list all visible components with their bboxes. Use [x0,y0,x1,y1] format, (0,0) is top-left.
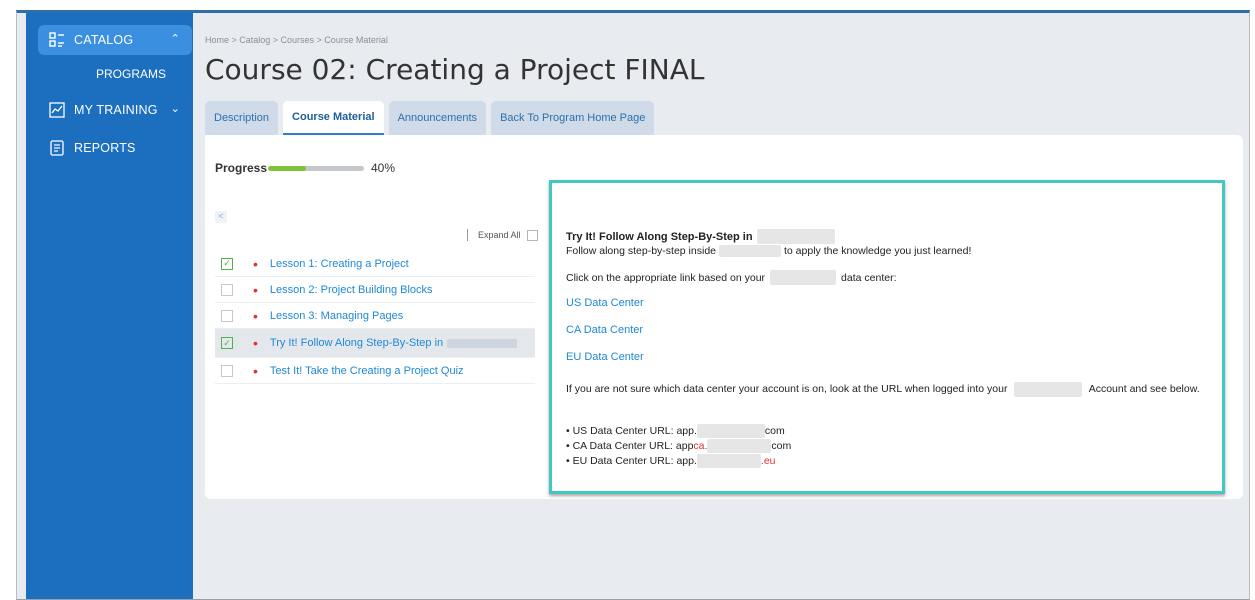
sidebar-item-label: MY TRAINING [74,103,158,117]
url-suffix: com [764,424,785,437]
redacted-text [1014,381,1083,397]
tab-bar: Description Course Material Announcement… [205,101,659,135]
redacted-text [770,270,837,285]
progress-bar [268,166,364,171]
expand-all-control: Expand All [467,229,538,241]
divider [467,229,468,241]
lesson-link[interactable]: Lesson 1: Creating a Project [270,258,409,270]
lesson-link[interactable]: Lesson 2: Project Building Blocks [270,284,433,296]
follow-along-text: Follow along step-by-step inside to appl… [566,245,971,257]
breadcrumb[interactable]: Home > Catalog > Courses > Course Materi… [205,35,388,45]
click-prefix: Click on the appropriate link based on y… [566,271,766,284]
url-prefix: US Data Center URL: app. [572,424,697,437]
list-item-selected[interactable]: ✓ • Try It! Follow Along Step-By-Step in [215,329,535,358]
main-content: Home > Catalog > Courses > Course Materi… [203,13,1249,599]
required-dot-icon: • [253,281,258,298]
url-suffix: com [771,439,792,452]
chevron-down-icon: ⌄ [170,103,180,115]
lesson-checkbox[interactable] [221,283,233,296]
lesson-list: ✓ • Lesson 1: Creating a Project • Lesso… [215,251,535,384]
sidebar-item-programs[interactable]: PROGRAMS [26,61,193,87]
required-dot-icon: • [253,362,258,379]
redacted-text [719,245,781,257]
content-heading-text: Try It! Follow Along Step-By-Step in [566,230,753,243]
instruction-text: Click on the appropriate link based on y… [566,270,897,285]
sidebar-item-catalog[interactable]: CATALOG ⌃ [38,25,192,55]
redacted-text [696,423,765,438]
list-item: • CA Data Center URL: app ca. com [566,438,792,453]
sidebar-item-label: PROGRAMS [96,67,167,81]
chevron-up-icon: ⌃ [170,33,180,45]
data-center-url-list: • US Data Center URL: app. com • CA Data… [566,423,791,468]
note-prefix: If you are not sure which data center yo… [566,383,1008,395]
lesson-link[interactable]: Test It! Take the Creating a Project Qui… [270,365,464,377]
click-suffix: data center: [841,271,897,284]
required-dot-icon: • [253,255,258,272]
progress-percent: 40% [371,161,396,175]
list-item[interactable]: ✓ • Lesson 1: Creating a Project [215,251,535,277]
list-item[interactable]: • Lesson 2: Project Building Blocks [215,277,535,303]
tab-description[interactable]: Description [205,101,279,135]
lesson-link[interactable]: Try It! Follow Along Step-By-Step in [270,337,443,349]
expand-all-checkbox[interactable] [526,229,538,241]
list-item: • US Data Center URL: app. com [566,423,785,438]
completed-checkbox[interactable]: ✓ [221,257,233,270]
tab-announcements[interactable]: Announcements [388,101,487,135]
sidebar-item-label: CATALOG [74,33,134,47]
list-item[interactable]: • Test It! Take the Creating a Project Q… [215,358,535,384]
data-center-note: If you are not sure which data center yo… [566,381,1206,398]
redacted-text [707,438,772,453]
course-material-panel: Progress 40% < Expand All ✓ • Lesson 1: … [205,135,1243,499]
app-frame: CATALOG ⌃ PROGRAMS MY TRAINING ⌄ REPORTS… [16,10,1250,600]
url-prefix: CA Data Center URL: app [572,439,694,452]
sidebar-item-label: REPORTS [74,141,136,155]
redacted-text [756,229,835,244]
progress-label: Progress [215,161,268,175]
url-prefix: EU Data Center URL: app. [572,454,697,467]
collapse-outline-button[interactable]: < [215,211,227,223]
page-title: Course 02: Creating a Project FINAL [205,53,705,86]
completed-checkbox[interactable]: ✓ [221,337,233,349]
required-dot-icon: • [253,335,258,351]
list-item[interactable]: • Lesson 3: Managing Pages [215,303,535,329]
tab-back-to-program[interactable]: Back To Program Home Page [491,101,655,135]
progress-fill [268,166,307,171]
note-suffix: Account and see below. [1088,383,1200,395]
list-item: • EU Data Center URL: app. .eu [566,453,776,468]
required-dot-icon: • [253,307,258,324]
follow-suffix: to apply the knowledge you just learned! [784,245,972,257]
redacted-text [447,338,518,348]
url-highlight: ca. [693,439,708,452]
lesson-checkbox[interactable] [221,364,233,377]
report-icon [48,139,66,157]
tab-course-material[interactable]: Course Material [283,101,384,135]
sidebar-item-reports[interactable]: REPORTS [38,133,192,163]
lesson-link[interactable]: Lesson 3: Managing Pages [270,310,403,322]
url-highlight: .eu [760,454,776,467]
expand-all-label: Expand All [478,230,521,240]
redacted-text [696,453,761,468]
lesson-checkbox[interactable] [221,309,233,322]
lesson-content-viewer: Try It! Follow Along Step-By-Step in Fol… [549,180,1225,494]
content-heading: Try It! Follow Along Step-By-Step in [566,229,835,244]
sidebar: CATALOG ⌃ PROGRAMS MY TRAINING ⌄ REPORTS [26,13,193,599]
follow-prefix: Follow along step-by-step inside [566,245,716,257]
eu-data-center-link[interactable]: EU Data Center [566,351,644,363]
ca-data-center-link[interactable]: CA Data Center [566,324,643,336]
us-data-center-link[interactable]: US Data Center [566,297,644,309]
sidebar-item-my-training[interactable]: MY TRAINING ⌄ [38,95,192,125]
catalog-icon [48,31,66,49]
trending-chart-icon [48,101,66,119]
